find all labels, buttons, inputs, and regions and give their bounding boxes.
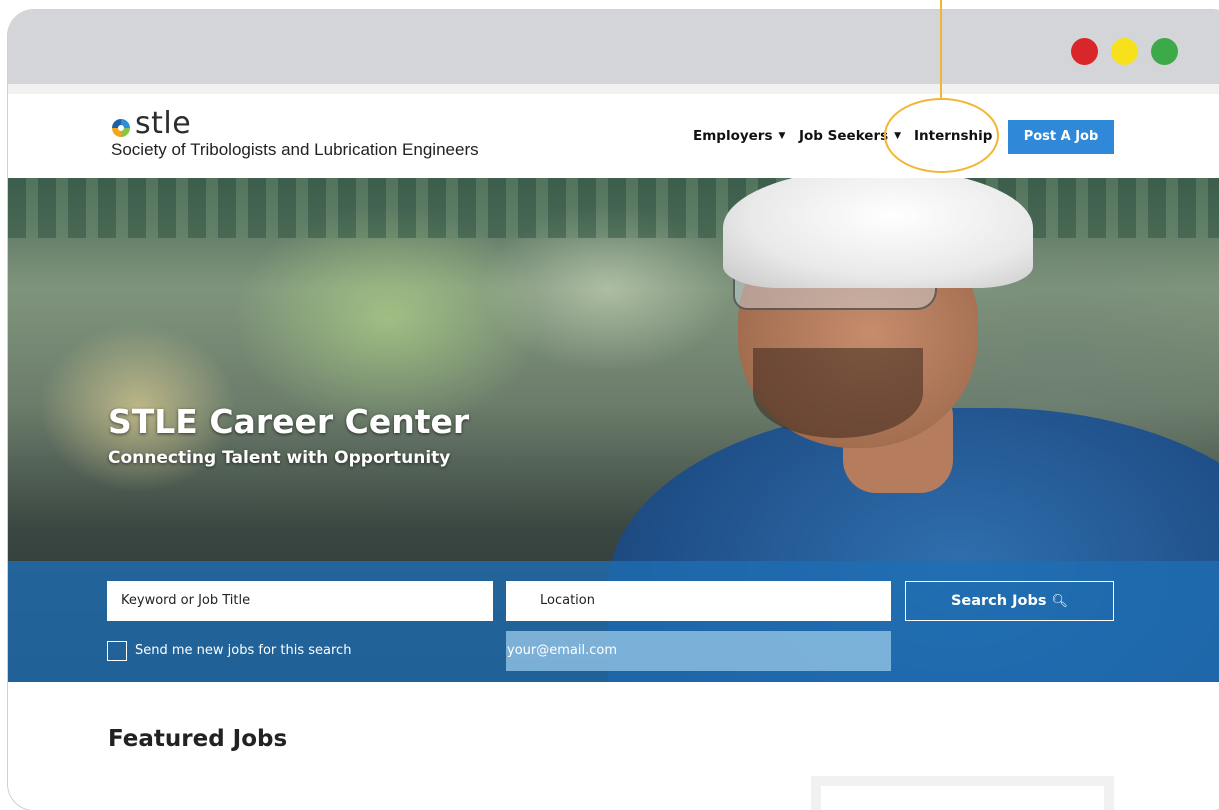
nav-job-seekers[interactable]: Job Seekers ▼ <box>799 128 901 144</box>
job-search-bar: Keyword or Job Title Location Search Job… <box>8 561 1219 682</box>
browser-titlebar <box>8 10 1219 84</box>
featured-jobs-heading: Featured Jobs <box>108 726 288 752</box>
nav-job-seekers-label: Job Seekers <box>799 128 889 144</box>
nav-internship[interactable]: Internship <box>914 128 992 144</box>
hero-title: STLE Career Center <box>108 402 470 441</box>
search-jobs-label: Search Jobs <box>950 593 1047 609</box>
keyword-input[interactable]: Keyword or Job Title <box>107 581 493 621</box>
nav-employers-label: Employers <box>693 128 773 144</box>
caret-down-icon: ▼ <box>894 131 902 141</box>
hero-worker-image <box>753 348 923 438</box>
site-header: stle Society of Tribologists and Lubrica… <box>8 84 1219 178</box>
location-input[interactable]: Location <box>506 581 891 621</box>
job-alert-checkbox[interactable] <box>107 641 127 661</box>
maximize-window-button[interactable] <box>1151 38 1178 65</box>
close-window-button[interactable] <box>1071 38 1098 65</box>
hero-banner: STLE Career Center Connecting Talent wit… <box>8 178 1219 682</box>
hero-worker-image <box>723 178 1033 288</box>
job-alert-label: Send me new jobs for this search <box>135 643 352 658</box>
email-input[interactable]: your@email.com <box>506 631 891 671</box>
caret-down-icon: ▼ <box>778 131 786 141</box>
nav-employers[interactable]: Employers ▼ <box>693 128 785 144</box>
minimize-window-button[interactable] <box>1111 38 1138 65</box>
hero-subtitle: Connecting Talent with Opportunity <box>108 448 451 468</box>
stle-swirl-logo-icon <box>112 119 130 137</box>
logo-tagline: Society of Tribologists and Lubrication … <box>111 140 479 159</box>
sidebar-panel <box>811 776 1114 810</box>
logo-wordmark: stle <box>135 106 192 141</box>
nav-internship-label: Internship <box>914 128 993 144</box>
search-jobs-button[interactable]: Search Jobs 🔍︎ <box>905 581 1114 621</box>
magnifier-icon: 🔍︎ <box>1051 594 1069 609</box>
browser-window: stle Society of Tribologists and Lubrica… <box>8 10 1219 810</box>
post-a-job-button[interactable]: Post A Job <box>1008 120 1114 154</box>
hero-background-factory <box>8 178 1219 238</box>
sidebar-panel-card <box>821 786 1104 810</box>
